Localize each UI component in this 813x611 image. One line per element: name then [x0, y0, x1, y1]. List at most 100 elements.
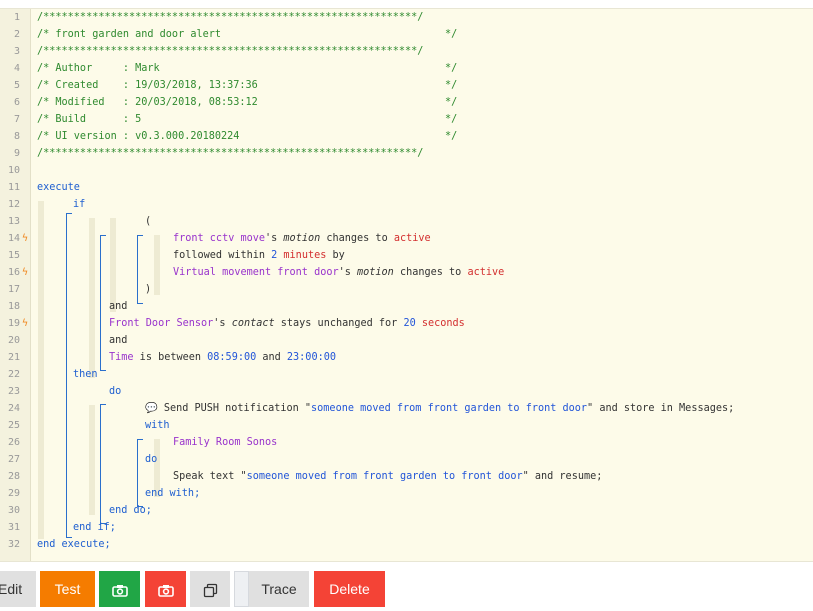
line-number: 30 — [7, 505, 20, 516]
operator-and: and — [109, 335, 128, 346]
condition-line[interactable]: followed within 2 minutes by — [173, 247, 345, 264]
comment-end: */ — [445, 97, 458, 108]
comment-line: /* Author : Mark — [37, 63, 160, 74]
push-action-line[interactable]: 💬 Send PUSH notification "someone moved … — [145, 400, 734, 417]
line-number: 7 — [13, 114, 20, 125]
camera-icon — [111, 584, 128, 597]
line-number: 16 — [7, 267, 20, 278]
comment-end: */ — [445, 131, 458, 142]
comment-line: /* Modified : 20/03/2018, 08:53:12 — [37, 97, 258, 108]
comment-line: /* Created : 19/03/2018, 13:37:36 — [37, 80, 258, 91]
line-number: 8 — [13, 131, 20, 142]
lightning-bolt-icon: ϟ — [22, 267, 29, 278]
device-name[interactable]: Family Room Sonos — [173, 434, 277, 451]
bracket-tick — [66, 213, 72, 214]
keyword-then[interactable]: then — [73, 366, 98, 383]
line-number: 21 — [7, 352, 20, 363]
bracket-tick — [137, 439, 143, 440]
comment-line: /***************************************… — [37, 12, 424, 23]
comment-end: */ — [445, 29, 458, 40]
edit-button[interactable]: Edit — [0, 571, 36, 607]
with-block-bracket — [137, 439, 138, 506]
bracket-tick — [100, 235, 106, 236]
line-number: 6 — [13, 97, 20, 108]
line-number: 14 — [7, 233, 20, 244]
line-number: 23 — [7, 386, 20, 397]
comment-line: /* front garden and door alert — [37, 29, 222, 40]
indent-guide — [38, 201, 44, 539]
comment-end: */ — [445, 63, 458, 74]
comment-end: */ — [445, 80, 458, 91]
bracket-tick — [137, 303, 143, 304]
bracket-tick — [100, 404, 106, 405]
keyword-do[interactable]: do — [109, 383, 121, 400]
duplicate-button[interactable] — [190, 571, 230, 607]
test-button[interactable]: Test — [40, 571, 95, 607]
indent-guide — [89, 405, 95, 515]
line-number: 13 — [7, 216, 20, 227]
keyword-execute[interactable]: execute — [37, 179, 80, 196]
line-number: 3 — [13, 46, 20, 57]
keyword-end-do[interactable]: end do; — [109, 502, 152, 519]
indent-guide — [154, 235, 160, 295]
snapshot-alt-button[interactable] — [145, 571, 186, 607]
keyword-end-if[interactable]: end if; — [73, 519, 116, 536]
if-block-bracket — [66, 213, 67, 537]
do-block-bracket — [100, 404, 101, 523]
line-number: 24 — [7, 403, 20, 414]
line-number: 19 — [7, 318, 20, 329]
line-number: 20 — [7, 335, 20, 346]
condition-line[interactable]: Front Door Sensor's contact stays unchan… — [109, 315, 465, 332]
keyword-with[interactable]: with — [145, 417, 170, 434]
line-number: 2 — [13, 29, 20, 40]
copy-icon — [203, 583, 217, 597]
line-number: 9 — [13, 148, 20, 159]
action-toolbar: Edit Test Trace Delete — [0, 571, 813, 607]
line-number: 29 — [7, 488, 20, 499]
line-number: 11 — [7, 182, 20, 193]
comment-line: /***************************************… — [37, 46, 424, 57]
delete-button[interactable]: Delete — [314, 571, 385, 607]
line-number: 18 — [7, 301, 20, 312]
condition-line[interactable]: Virtual movement front door's motion cha… — [173, 264, 504, 281]
line-number: 17 — [7, 284, 20, 295]
line-number: 5 — [13, 80, 20, 91]
trace-button[interactable]: Trace — [249, 571, 309, 607]
group-bracket — [137, 235, 138, 303]
comment-end: */ — [445, 114, 458, 125]
close-paren: ) — [145, 284, 152, 295]
line-number: 22 — [7, 369, 20, 380]
line-number: 32 — [7, 539, 20, 550]
line-number: 15 — [7, 250, 20, 261]
line-number: 27 — [7, 454, 20, 465]
line-number: 26 — [7, 437, 20, 448]
camera-icon — [157, 584, 174, 597]
line-number: 25 — [7, 420, 20, 431]
speak-action-line[interactable]: Speak text "someone moved from front gar… — [173, 468, 602, 485]
lightning-bolt-icon: ϟ — [22, 233, 29, 244]
condition-bracket — [100, 235, 101, 370]
comment-line: /***************************************… — [37, 148, 424, 159]
bracket-tick — [100, 370, 106, 371]
open-paren: ( — [145, 216, 152, 227]
comment-line: /* Build : 5 — [37, 114, 142, 125]
comment-line: /* UI version : v0.3.000.20180224 — [37, 131, 240, 142]
indent-guide — [89, 218, 95, 378]
keyword-do[interactable]: do — [145, 451, 157, 468]
code-editor: 1 2 3 4 5 6 7 8 9 10 11 12 13 14 15 16 1… — [0, 8, 813, 562]
condition-line[interactable]: front cctv move's motion changes to acti… — [173, 230, 431, 247]
chat-bubble-icon: 💬 — [145, 403, 158, 414]
trace-toggle[interactable] — [234, 571, 249, 607]
operator-and: and — [109, 301, 128, 312]
line-number: 31 — [7, 522, 20, 533]
line-number: 12 — [7, 199, 20, 210]
keyword-if[interactable]: if — [73, 196, 85, 213]
bracket-tick — [137, 235, 143, 236]
snapshot-button[interactable] — [99, 571, 140, 607]
line-number: 4 — [13, 63, 20, 74]
keyword-end-with[interactable]: end with; — [145, 485, 200, 502]
keyword-end-execute[interactable]: end execute; — [37, 536, 111, 553]
condition-line[interactable]: Time is between 08:59:00 and 23:00:00 — [109, 349, 336, 366]
line-number: 10 — [7, 165, 20, 176]
line-number: 1 — [13, 12, 20, 23]
